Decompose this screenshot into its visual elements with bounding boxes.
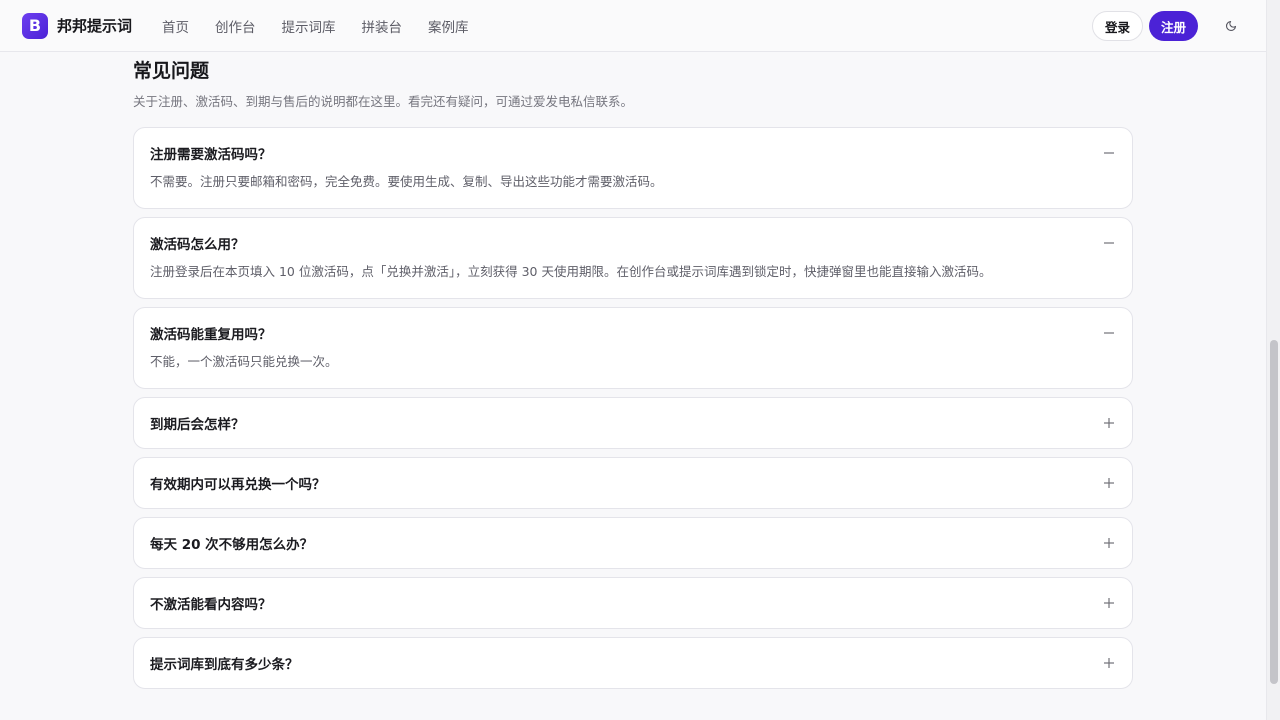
nav-links: 首页 创作台 提示词库 拼装台 案例库 xyxy=(162,16,495,36)
plus-icon[interactable] xyxy=(1103,417,1115,429)
nav-link-assembly[interactable]: 拼装台 xyxy=(362,16,403,36)
faq-item: 激活码怎么用？ 注册登录后在本页填入 10 位激活码，点「兑换并激活」，立刻获得… xyxy=(133,217,1133,299)
faq-item: 不激活能看内容吗？ xyxy=(133,577,1133,629)
faq-answer: 注册登录后在本页填入 10 位激活码，点「兑换并激活」，立刻获得 30 天使用期… xyxy=(150,264,992,279)
faq-question[interactable]: 不激活能看内容吗？ xyxy=(134,578,1132,628)
moon-icon xyxy=(1225,20,1237,32)
faq-item: 激活码能重复用吗？ 不能，一个激活码只能兑换一次。 xyxy=(133,307,1133,389)
nav-link-studio[interactable]: 创作台 xyxy=(215,16,256,36)
login-button[interactable]: 登录 xyxy=(1091,11,1143,41)
plus-icon[interactable] xyxy=(1103,537,1115,549)
faq-question[interactable]: 每天 20 次不够用怎么办？ xyxy=(134,518,1132,568)
faq-question[interactable]: 到期后会怎样？ xyxy=(134,398,1132,448)
faq-item: 有效期内可以再兑换一个吗？ xyxy=(133,457,1133,509)
faq-list: 注册需要激活码吗？ 不需要。注册只要邮箱和密码，完全免费。要使用生成、复制、导出… xyxy=(133,127,1133,697)
faq-item: 到期后会怎样？ xyxy=(133,397,1133,449)
brand[interactable]: B 邦邦提示词 xyxy=(22,12,132,39)
plus-icon[interactable] xyxy=(1103,657,1115,669)
faq-item: 注册需要激活码吗？ 不需要。注册只要邮箱和密码，完全免费。要使用生成、复制、导出… xyxy=(133,127,1133,209)
page-title: 常见问题 xyxy=(133,60,210,82)
faq-question[interactable]: 注册需要激活码吗？ xyxy=(134,128,1132,178)
theme-toggle-button[interactable] xyxy=(1222,17,1240,35)
nav-actions: 登录 注册 xyxy=(1091,11,1240,41)
minus-icon[interactable] xyxy=(1103,327,1115,339)
page-description: 关于注册、激活码、到期与售后的说明都在这里。看完还有疑问，可通过爱发电私信联系。 xyxy=(133,94,634,109)
faq-answer: 不需要。注册只要邮箱和密码，完全免费。要使用生成、复制、导出这些功能才需要激活码… xyxy=(150,174,663,189)
scrollbar-thumb[interactable] xyxy=(1270,340,1278,684)
brand-logo[interactable]: B xyxy=(22,12,48,39)
minus-icon[interactable] xyxy=(1103,147,1115,159)
faq-question[interactable]: 提示词库到底有多少条？ xyxy=(134,638,1132,688)
faq-question[interactable]: 激活码怎么用？ xyxy=(134,218,1132,268)
faq-answer: 不能，一个激活码只能兑换一次。 xyxy=(150,354,338,369)
minus-icon[interactable] xyxy=(1103,237,1115,249)
register-button[interactable]: 注册 xyxy=(1148,11,1198,41)
nav-link-home[interactable]: 首页 xyxy=(162,16,189,36)
nav-link-prompt-library[interactable]: 提示词库 xyxy=(282,16,336,36)
top-navbar: B 邦邦提示词 首页 创作台 提示词库 拼装台 案例库 登录 注册 xyxy=(0,0,1280,52)
plus-icon[interactable] xyxy=(1103,597,1115,609)
faq-question[interactable]: 激活码能重复用吗？ xyxy=(134,308,1132,358)
page-scrollbar[interactable] xyxy=(1266,0,1280,720)
faq-item: 提示词库到底有多少条？ xyxy=(133,637,1133,689)
faq-question[interactable]: 有效期内可以再兑换一个吗？ xyxy=(134,458,1132,508)
nav-link-case-library[interactable]: 案例库 xyxy=(428,16,469,36)
plus-icon[interactable] xyxy=(1103,477,1115,489)
brand-name[interactable]: 邦邦提示词 xyxy=(57,15,132,36)
faq-section: 常见问题 关于注册、激活码、到期与售后的说明都在这里。看完还有疑问，可通过爱发电… xyxy=(133,52,1133,689)
faq-item: 每天 20 次不够用怎么办？ xyxy=(133,517,1133,569)
